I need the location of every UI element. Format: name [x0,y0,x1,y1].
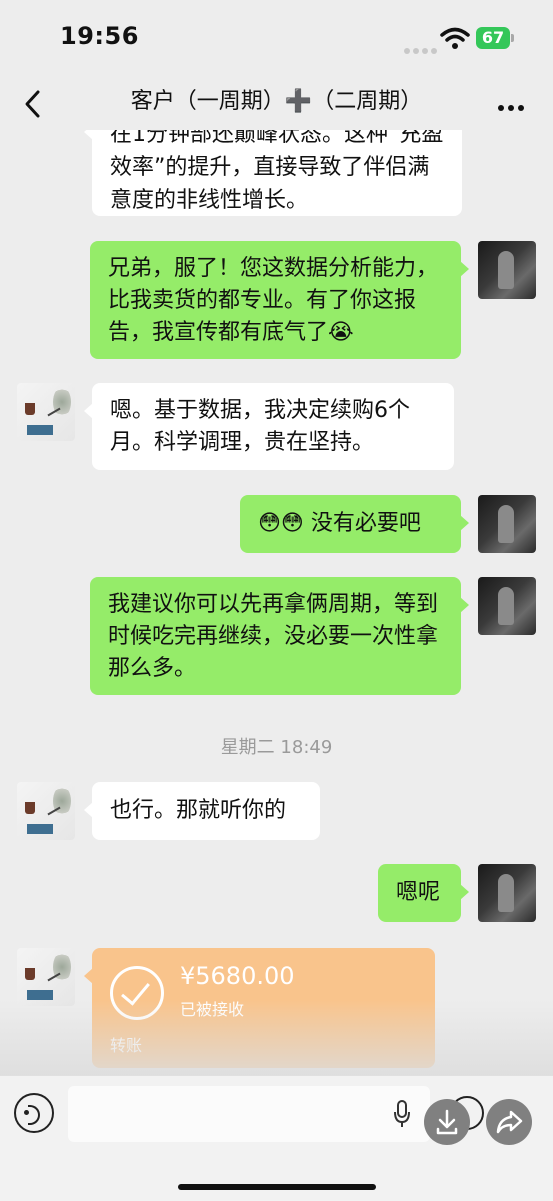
chat-title: 客户（一周期）➕（二周期） [130,89,423,114]
battery-tip [511,34,514,42]
clock: 19:56 [60,22,139,50]
avatar-self[interactable] [478,241,536,299]
message-text: 嗯呢 [396,880,441,905]
transfer-amount: ¥5680.00 [180,962,295,990]
avatar-other[interactable] [17,383,75,441]
wifi-icon [440,27,470,49]
home-indicator [178,1184,376,1190]
avatar-self[interactable] [478,864,536,922]
message-bubble-self[interactable]: 😳😳 没有必要吧 [240,495,469,553]
message-text: 😳😳 没有必要吧 [258,511,421,536]
message-bubble-self[interactable]: 嗯呢 [378,864,469,922]
message-input[interactable] [68,1086,430,1142]
message-text: 兄弟，服了！您这数据分析能力，比我卖货的都专业。有了你这报告，我宣传都有底气了😭 [108,256,439,345]
message-timestamp: 星期二 18:49 [220,737,333,758]
transfer-card[interactable]: ¥5680.00 已被接收 转账 [84,948,435,1068]
chat-header: 客户（一周期）➕（二周期） [0,78,553,130]
avatar-other[interactable] [17,948,75,1006]
avatar-self[interactable] [478,495,536,553]
checkmark-icon [110,966,164,1020]
cellular-signal-icon [404,39,440,58]
avatar-self[interactable] [478,577,536,635]
message-text: 也行。那就听你的 [110,798,287,823]
message-bubble-other[interactable]: 也行。那就听你的 [84,782,320,840]
message-list[interactable]: 在1分钟部还巅峰状态。这种“充盈效率”的提升，直接导致了伴侣满意度的非线性增长。… [0,130,553,1075]
message-text: 我建议你可以先再拿俩周期，等到时候吃完再继续，没必要一次性拿那么多。 [108,592,439,681]
battery-icon: 67 [476,27,510,49]
download-button[interactable] [424,1099,470,1145]
voice-input-icon[interactable] [14,1093,54,1133]
message-text: 嗯。基于数据，我决定续购6个月。科学调理，贵在坚持。 [110,398,410,455]
message-bubble-other[interactable]: 嗯。基于数据，我决定续购6个月。科学调理，贵在坚持。 [84,383,454,470]
avatar-other[interactable] [17,782,75,840]
message-text: 在1分钟部还巅峰状态。这种“充盈效率”的提升，直接导致了伴侣满意度的非线性增长。 [110,130,444,213]
more-options-icon[interactable] [498,96,530,112]
input-bar [0,1075,553,1201]
message-bubble-self[interactable]: 我建议你可以先再拿俩周期，等到时候吃完再继续，没必要一次性拿那么多。 [90,577,469,695]
message-bubble-self[interactable]: 兄弟，服了！您这数据分析能力，比我卖货的都专业。有了你这报告，我宣传都有底气了😭 [90,241,469,359]
microphone-icon[interactable] [393,1100,411,1128]
share-button[interactable] [486,1099,532,1145]
share-icon [496,1110,523,1134]
status-bar: 19:56 67 [0,0,553,78]
download-icon [436,1109,458,1135]
transfer-label: 转账 [110,1036,143,1055]
transfer-status: 已被接收 [180,1000,245,1019]
message-bubble-other[interactable]: 在1分钟部还巅峰状态。这种“充盈效率”的提升，直接导致了伴侣满意度的非线性增长。 [84,130,462,216]
